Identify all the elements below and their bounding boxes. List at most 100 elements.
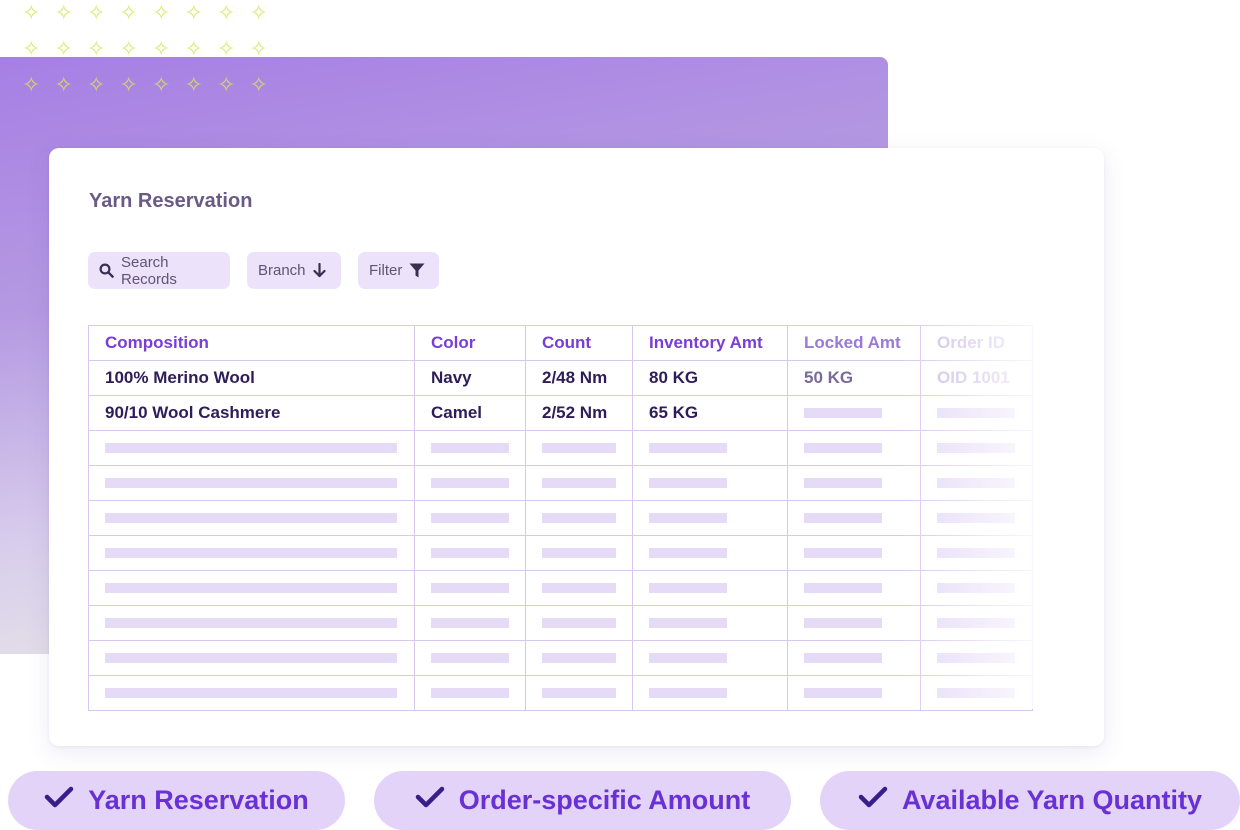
placeholder-bar (804, 548, 882, 558)
sparkle-icon: ✧ (54, 73, 73, 98)
table-cell: 80 KG (632, 360, 788, 396)
placeholder-bar (105, 443, 397, 453)
placeholder-bar (937, 443, 1015, 453)
placeholder-bar (649, 618, 727, 628)
table-cell (787, 500, 921, 536)
table-cell: 2/52 Nm (525, 395, 633, 431)
sparkle-icon: ✧ (217, 37, 236, 62)
placeholder-bar (937, 478, 1015, 488)
placeholder-bar (105, 513, 397, 523)
table-cell (88, 640, 415, 676)
table-row[interactable]: 100% Merino Wool Navy 2/48 Nm 80 KG 50 KG OID… (88, 360, 1033, 396)
placeholder-bar (431, 688, 509, 698)
arrow-down-icon (306, 263, 326, 278)
table-cell: OID 1001 (920, 360, 1033, 396)
sparkle-icon: ✧ (119, 73, 138, 98)
table-cell (632, 675, 788, 711)
placeholder-row (88, 465, 1033, 501)
sparkle-icon: ✧ (87, 37, 106, 62)
column-header-inventory-amt[interactable]: Inventory Amt (632, 325, 788, 361)
placeholder-bar (431, 583, 509, 593)
table-cell (525, 465, 633, 501)
placeholder-bar (937, 653, 1015, 663)
sparkle-icon: ✧ (152, 73, 171, 98)
sparkle-icon: ✧ (22, 37, 41, 62)
placeholder-bar (542, 583, 616, 593)
table-cell: Navy (414, 360, 526, 396)
placeholder-bar (937, 548, 1015, 558)
filter-button[interactable]: Filter (358, 252, 439, 289)
table-cell: 90/10 Wool Cashmere (88, 395, 415, 431)
sparkle-icon: ✧ (22, 73, 41, 98)
card-title: Yarn Reservation (89, 190, 253, 212)
sparkle-icon: ✧ (54, 1, 73, 26)
table-cell (88, 605, 415, 641)
placeholder-bar (431, 443, 509, 453)
placeholder-bar (937, 583, 1015, 593)
placeholder-bar (804, 583, 882, 593)
table-cell (787, 465, 921, 501)
table-cell (787, 535, 921, 571)
table-cell (787, 605, 921, 641)
sparkle-icon: ✧ (87, 1, 106, 26)
placeholder-bar (542, 653, 616, 663)
table-cell (920, 640, 1033, 676)
table-cell (88, 500, 415, 536)
check-icon (415, 785, 459, 816)
column-header-composition[interactable]: Composition (88, 325, 415, 361)
sparkle-icon: ✧ (119, 1, 138, 26)
placeholder-bar (542, 478, 616, 488)
table-cell (88, 675, 415, 711)
placeholder-bar (649, 548, 727, 558)
branch-dropdown[interactable]: Branch (247, 252, 341, 289)
sparkle-icon: ✧ (249, 1, 268, 26)
table-cell (414, 605, 526, 641)
table-cell (88, 430, 415, 466)
placeholder-bar (431, 618, 509, 628)
placeholder-bar (804, 618, 882, 628)
placeholder-bar (105, 618, 397, 628)
placeholder-bar (804, 653, 882, 663)
placeholder-bar (804, 408, 882, 418)
placeholder-bar (804, 688, 882, 698)
table-cell (525, 535, 633, 571)
sparkle-icon: ✧ (184, 1, 203, 26)
table-cell (632, 535, 788, 571)
table-cell (414, 465, 526, 501)
table-row[interactable]: 90/10 Wool Cashmere Camel 2/52 Nm 65 KG (88, 395, 1033, 431)
placeholder-bar (649, 513, 727, 523)
placeholder-bar (804, 478, 882, 488)
placeholder-row (88, 605, 1033, 641)
sparkle-pattern: ✧ ✧ ✧ ✧ ✧ ✧ ✧ ✧ ✧ ✧ ✧ ✧ ✧ ✧ ✧ ✧ ✧ ✧ ✧ ✧ ✧ ✧ ✧ ✧ (22, 0, 282, 104)
search-button[interactable]: Search Records (88, 252, 230, 289)
table-cell (632, 430, 788, 466)
check-icon (44, 785, 88, 816)
sparkle-icon: ✧ (217, 73, 236, 98)
table-cell (414, 640, 526, 676)
feature-label: Available Yarn Quantity (901, 785, 1203, 815)
table-cell (414, 675, 526, 711)
check-icon (858, 785, 902, 816)
table-cell (88, 570, 415, 606)
placeholder-row (88, 640, 1033, 676)
sparkle-icon: ✧ (54, 37, 73, 62)
filter-label: Filter (369, 262, 403, 279)
column-header-count[interactable]: Count (525, 325, 633, 361)
table-cell (920, 570, 1033, 606)
table-cell (920, 500, 1033, 536)
placeholder-bar (937, 618, 1015, 628)
column-header-color[interactable]: Color (414, 325, 526, 361)
column-header-order-id[interactable]: Order ID (920, 325, 1033, 361)
sparkle-icon: ✧ (184, 73, 203, 98)
placeholder-bar (542, 443, 616, 453)
placeholder-bar (105, 653, 397, 663)
table-cell (920, 395, 1033, 431)
placeholder-bar (105, 478, 397, 488)
column-header-locked-amt[interactable]: Locked Amt (787, 325, 921, 361)
placeholder-row (88, 430, 1033, 466)
table-cell (88, 535, 415, 571)
placeholder-bar (649, 478, 727, 488)
table-cell (920, 675, 1033, 711)
table-cell (632, 500, 788, 536)
table-header-row: Composition Color Count Inventory Amt Lo… (88, 325, 1033, 361)
